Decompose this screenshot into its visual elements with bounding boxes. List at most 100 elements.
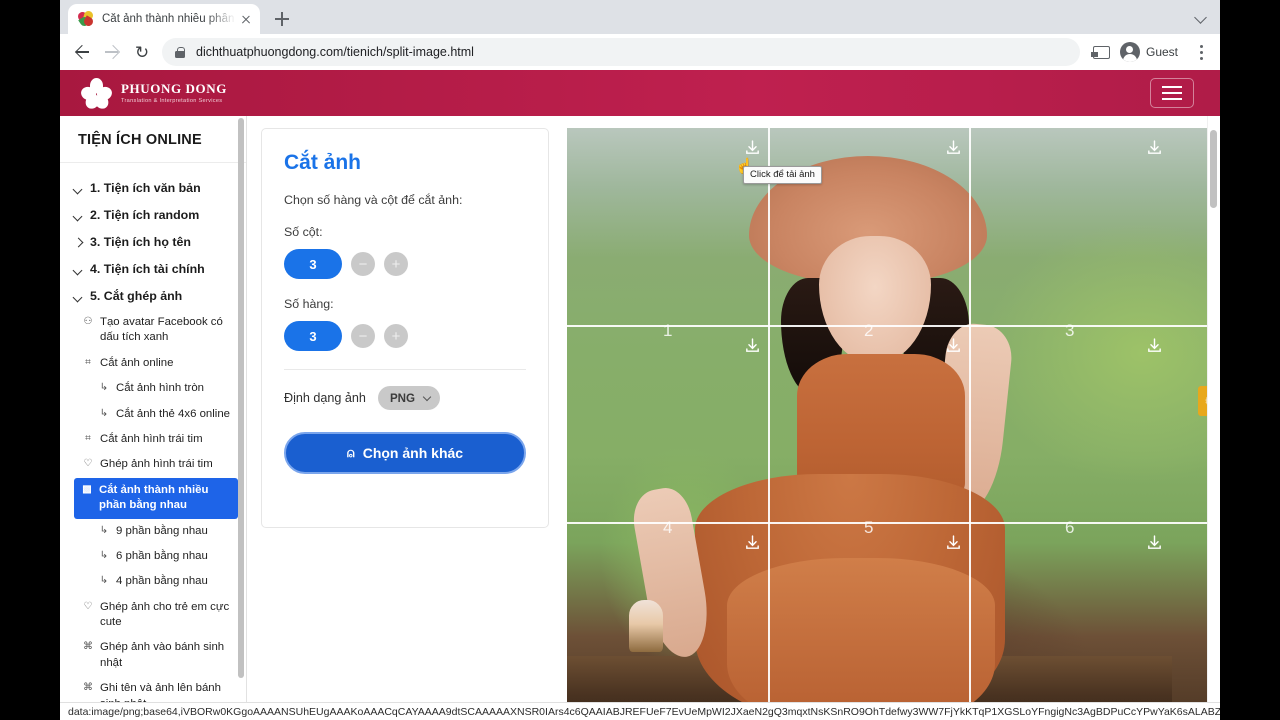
sidebar-group-label: 5. Cắt ghép ảnh (90, 289, 183, 303)
tool-hint: Chọn số hàng và cột để cắt ảnh: (284, 193, 463, 207)
cell-number: 6 (1065, 518, 1075, 537)
logo-name: PHUONG DONG (121, 80, 227, 96)
sidebar-group-4[interactable]: 4. Tiện ích tài chính (60, 256, 246, 283)
cast-icon[interactable] (1088, 39, 1114, 65)
sidebar-group-3[interactable]: 3. Tiện ích họ tên (60, 229, 246, 256)
download-icon[interactable] (1146, 139, 1163, 156)
columns-value[interactable]: 3 (284, 249, 342, 279)
page-scrollbar-thumb[interactable] (1210, 130, 1217, 208)
reload-button[interactable]: ↻ (128, 38, 156, 66)
profile-button[interactable]: Guest (1116, 39, 1188, 65)
sidebar-item-avatar-facebook[interactable]: ⚇ Tạo avatar Facebook có dấu tích xanh (60, 310, 246, 351)
hamburger-menu-button[interactable] (1150, 78, 1194, 108)
page-title: Cắt ảnh (284, 151, 362, 174)
rows-label: Số hàng: (284, 297, 334, 311)
new-tab-button[interactable] (270, 7, 294, 31)
image-preview-grid: 1 2 3 4 5 6 7 8 9 (567, 128, 1220, 720)
crop-icon: ⌗ (85, 432, 91, 444)
rows-value[interactable]: 3 (284, 321, 342, 351)
browser-menu-button[interactable] (1190, 39, 1212, 65)
cell-number: 2 (864, 321, 874, 340)
forward-button[interactable] (98, 38, 126, 66)
sidebar-item-cat-anh-online[interactable]: ⌗ Cắt ảnh online (60, 351, 246, 376)
sidebar-item-6-phan[interactable]: ↳ 6 phần bằng nhau (60, 544, 246, 569)
sidebar-item-ghep-trai-tim[interactable]: ♡ Ghép ảnh hình trái tim (60, 452, 246, 477)
person-icon: ⚇ (83, 316, 93, 327)
download-icon[interactable] (1146, 534, 1163, 551)
sidebar-item-9-phan[interactable]: ↳ 9 phần bằng nhau (60, 519, 246, 544)
sidebar-item-label: 4 phần bằng nhau (116, 575, 208, 588)
sidebar-item-label: Ghép ảnh vào bánh sinh nhật (100, 641, 225, 669)
arrow-branch-icon: ↳ (99, 524, 109, 536)
sidebar-group-5[interactable]: 5. Cắt ghép ảnh (60, 283, 246, 310)
sidebar: TIỆN ÍCH ONLINE 1. Tiện ích văn bản 2. T… (60, 116, 247, 720)
download-icon[interactable] (945, 337, 962, 354)
avatar (1119, 42, 1140, 62)
url-text: dichthuatphuongdong.com/tienich/split-im… (196, 45, 474, 59)
profile-label: Guest (1145, 45, 1178, 59)
rows-minus-button[interactable]: − (351, 324, 375, 348)
format-select[interactable]: PNG (377, 386, 441, 410)
cell-number: 4 (663, 518, 673, 537)
format-value: PNG (389, 391, 416, 405)
chevron-down-icon (74, 182, 83, 196)
heart-icon: ♡ (83, 600, 93, 612)
page-scrollbar-track[interactable] (1207, 116, 1220, 720)
choose-other-image-button[interactable]: ⍝ Chọn ảnh khác (284, 432, 526, 474)
sidebar-item-hinh-tron[interactable]: ↳ Cắt ảnh hình tròn (60, 376, 246, 401)
columns-minus-button[interactable]: − (351, 252, 375, 276)
heart-icon: ♡ (83, 458, 93, 470)
choose-other-image-label: Chọn ảnh khác (362, 445, 464, 461)
chevron-down-icon (74, 209, 83, 223)
sidebar-item-label: Cắt ảnh hình trái tim (100, 432, 203, 445)
download-icon[interactable] (744, 337, 761, 354)
logo-subtitle: Translation & Interpretation Services (121, 98, 223, 105)
sidebar-item-banh-sinh-nhat[interactable]: ⌘ Ghép ảnh vào bánh sinh nhật (60, 635, 246, 676)
upload-icon: ⍝ (346, 445, 355, 460)
page-content: TIỆN ÍCH ONLINE 1. Tiện ích văn bản 2. T… (60, 116, 1220, 720)
rows-plus-button[interactable]: + (384, 324, 408, 348)
sidebar-item-4-phan[interactable]: ↳ 4 phần bằng nhau (60, 569, 246, 594)
download-icon[interactable] (945, 139, 962, 156)
sidebar-item-label: Cắt ảnh thẻ 4x6 online (116, 407, 230, 420)
arrow-branch-icon: ↳ (99, 382, 109, 394)
columns-stepper: 3 − + (284, 249, 526, 279)
sidebar-scrollbar[interactable] (238, 118, 244, 678)
format-label: Định dạng ảnh (284, 391, 366, 405)
grid-line-vertical (969, 128, 971, 720)
sidebar-item-label: Cắt ảnh thành nhiều phần bằng nhau (99, 483, 209, 512)
flower-logo-icon (79, 78, 114, 112)
site-header: PHUONG DONG Translation & Interpretation… (60, 70, 1220, 116)
download-icon[interactable] (1146, 337, 1163, 354)
close-icon[interactable] (238, 11, 254, 27)
sidebar-group-2[interactable]: 2. Tiện ích random (60, 202, 246, 229)
columns-plus-button[interactable]: + (384, 252, 408, 276)
arrow-branch-icon: ↳ (99, 407, 109, 419)
browser-tab[interactable]: Cắt ảnh thành nhiều phần bằng (68, 4, 260, 34)
divider (284, 369, 526, 370)
sidebar-group-label: 1. Tiện ích văn bản (90, 181, 201, 195)
sidebar-item-the-4x6[interactable]: ↳ Cắt ảnh thẻ 4x6 online (60, 402, 246, 427)
sidebar-group-label: 4. Tiện ích tài chính (90, 262, 205, 276)
download-icon[interactable] (945, 534, 962, 551)
sidebar-item-split-image[interactable]: ▩ Cắt ảnh thành nhiều phần bằng nhau (74, 477, 238, 519)
back-button[interactable] (68, 38, 96, 66)
site-logo[interactable]: PHUONG DONG Translation & Interpretation… (79, 78, 227, 112)
flower-favicon (76, 9, 95, 28)
arrow-branch-icon: ↳ (99, 549, 109, 561)
chevron-down-icon[interactable] (1196, 13, 1206, 23)
columns-label: Số cột: (284, 225, 323, 239)
sidebar-group-1[interactable]: 1. Tiện ích văn bản (60, 175, 246, 202)
sidebar-item-label: 9 phần bằng nhau (116, 524, 208, 537)
download-icon[interactable] (744, 534, 761, 551)
sidebar-item-tre-em-cute[interactable]: ♡ Ghép ảnh cho trẻ em cực cute (60, 595, 246, 636)
chevron-down-icon (74, 263, 83, 277)
download-icon[interactable] (744, 139, 761, 156)
download-tooltip: Click để tải ảnh (743, 166, 822, 184)
sidebar-item-hinh-trai-tim[interactable]: ⌗ Cắt ảnh hình trái tim (60, 427, 246, 452)
status-bar: data:image/png;base64,iVBORw0KGgoAAAANSU… (60, 702, 1220, 720)
address-bar[interactable]: dichthuatphuongdong.com/tienich/split-im… (162, 38, 1080, 66)
sidebar-group-label: 2. Tiện ích random (90, 208, 200, 222)
arrow-branch-icon: ↳ (99, 575, 109, 587)
sidebar-title: TIỆN ÍCH ONLINE (60, 116, 246, 163)
